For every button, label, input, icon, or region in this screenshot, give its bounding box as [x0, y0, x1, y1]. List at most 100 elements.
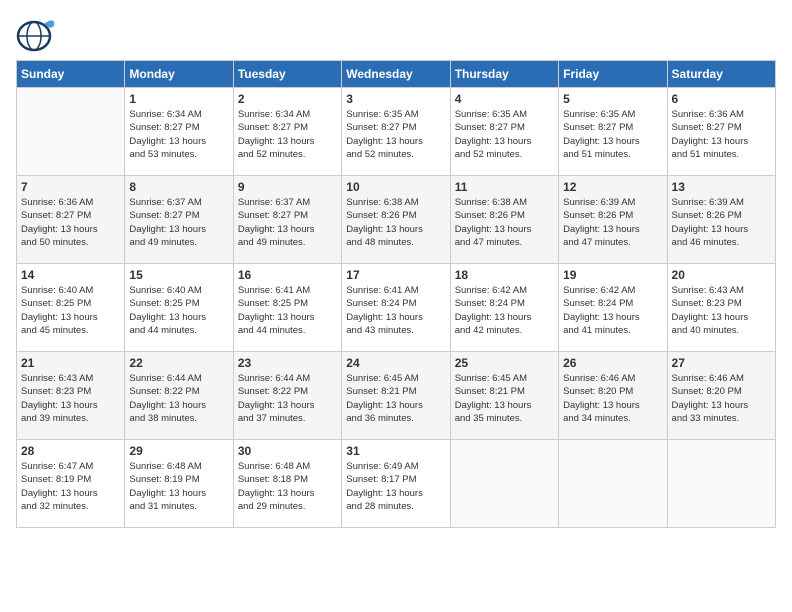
calendar-cell: 24 Sunrise: 6:45 AM Sunset: 8:21 PM Dayli… [342, 352, 450, 440]
day-number: 21 [21, 356, 120, 370]
week-row-3: 14 Sunrise: 6:40 AM Sunset: 8:25 PM Dayli… [17, 264, 776, 352]
weekday-header-sunday: Sunday [17, 61, 125, 88]
day-info: Sunrise: 6:41 AM Sunset: 8:24 PM Dayligh… [346, 284, 445, 337]
week-row-4: 21 Sunrise: 6:43 AM Sunset: 8:23 PM Dayli… [17, 352, 776, 440]
calendar-cell: 23 Sunrise: 6:44 AM Sunset: 8:22 PM Dayli… [233, 352, 341, 440]
day-number: 9 [238, 180, 337, 194]
day-number: 3 [346, 92, 445, 106]
day-info: Sunrise: 6:40 AM Sunset: 8:25 PM Dayligh… [21, 284, 120, 337]
day-info: Sunrise: 6:36 AM Sunset: 8:27 PM Dayligh… [672, 108, 771, 161]
day-number: 11 [455, 180, 554, 194]
calendar-cell: 12 Sunrise: 6:39 AM Sunset: 8:26 PM Dayli… [559, 176, 667, 264]
calendar-cell: 18 Sunrise: 6:42 AM Sunset: 8:24 PM Dayli… [450, 264, 558, 352]
calendar-cell: 26Sunrise: 6:46 AM Sunset: 8:20 PM Dayli… [559, 352, 667, 440]
day-info: Sunrise: 6:48 AM Sunset: 8:18 PM Dayligh… [238, 460, 337, 513]
day-number: 29 [129, 444, 228, 458]
day-number: 28 [21, 444, 120, 458]
day-number: 13 [672, 180, 771, 194]
day-number: 30 [238, 444, 337, 458]
day-number: 14 [21, 268, 120, 282]
day-info: Sunrise: 6:44 AM Sunset: 8:22 PM Dayligh… [129, 372, 228, 425]
day-info: Sunrise: 6:40 AM Sunset: 8:25 PM Dayligh… [129, 284, 228, 337]
calendar-cell: 21 Sunrise: 6:43 AM Sunset: 8:23 PM Dayli… [17, 352, 125, 440]
day-info: Sunrise: 6:49 AM Sunset: 8:17 PM Dayligh… [346, 460, 445, 513]
weekday-header-monday: Monday [125, 61, 233, 88]
week-row-5: 28 Sunrise: 6:47 AM Sunset: 8:19 PM Dayli… [17, 440, 776, 528]
weekday-header-thursday: Thursday [450, 61, 558, 88]
day-info: Sunrise: 6:45 AM Sunset: 8:21 PM Dayligh… [346, 372, 445, 425]
calendar-cell: 17 Sunrise: 6:41 AM Sunset: 8:24 PM Dayli… [342, 264, 450, 352]
calendar-cell: 22 Sunrise: 6:44 AM Sunset: 8:22 PM Dayli… [125, 352, 233, 440]
day-info: Sunrise: 6:39 AM Sunset: 8:26 PM Dayligh… [563, 196, 662, 249]
calendar-cell: 19 Sunrise: 6:42 AM Sunset: 8:24 PM Dayli… [559, 264, 667, 352]
day-info: Sunrise: 6:43 AM Sunset: 8:23 PM Dayligh… [672, 284, 771, 337]
day-info: Sunrise: 6:42 AM Sunset: 8:24 PM Dayligh… [563, 284, 662, 337]
calendar-cell: 6Sunrise: 6:36 AM Sunset: 8:27 PM Daylig… [667, 88, 775, 176]
day-number: 19 [563, 268, 662, 282]
day-number: 5 [563, 92, 662, 106]
day-number: 17 [346, 268, 445, 282]
day-info: Sunrise: 6:35 AM Sunset: 8:27 PM Dayligh… [455, 108, 554, 161]
logo [16, 16, 60, 52]
day-info: Sunrise: 6:34 AM Sunset: 8:27 PM Dayligh… [129, 108, 228, 161]
day-number: 25 [455, 356, 554, 370]
day-number: 16 [238, 268, 337, 282]
day-info: Sunrise: 6:38 AM Sunset: 8:26 PM Dayligh… [346, 196, 445, 249]
calendar-cell: 29 Sunrise: 6:48 AM Sunset: 8:19 PM Dayli… [125, 440, 233, 528]
day-info: Sunrise: 6:41 AM Sunset: 8:25 PM Dayligh… [238, 284, 337, 337]
calendar-cell: 15 Sunrise: 6:40 AM Sunset: 8:25 PM Dayli… [125, 264, 233, 352]
day-number: 4 [455, 92, 554, 106]
day-number: 18 [455, 268, 554, 282]
day-info: Sunrise: 6:39 AM Sunset: 8:26 PM Dayligh… [672, 196, 771, 249]
week-row-1: 1 Sunrise: 6:34 AM Sunset: 8:27 PM Daylig… [17, 88, 776, 176]
weekday-header-friday: Friday [559, 61, 667, 88]
day-info: Sunrise: 6:42 AM Sunset: 8:24 PM Dayligh… [455, 284, 554, 337]
calendar-cell: 7 Sunrise: 6:36 AM Sunset: 8:27 PM Daylig… [17, 176, 125, 264]
day-number: 8 [129, 180, 228, 194]
weekday-header-wednesday: Wednesday [342, 61, 450, 88]
calendar-cell: 28 Sunrise: 6:47 AM Sunset: 8:19 PM Dayli… [17, 440, 125, 528]
calendar-cell: 11Sunrise: 6:38 AM Sunset: 8:26 PM Dayli… [450, 176, 558, 264]
day-info: Sunrise: 6:47 AM Sunset: 8:19 PM Dayligh… [21, 460, 120, 513]
calendar-cell: 10 Sunrise: 6:38 AM Sunset: 8:26 PM Dayli… [342, 176, 450, 264]
day-number: 31 [346, 444, 445, 458]
day-number: 26 [563, 356, 662, 370]
day-info: Sunrise: 6:36 AM Sunset: 8:27 PM Dayligh… [21, 196, 120, 249]
day-info: Sunrise: 6:34 AM Sunset: 8:27 PM Dayligh… [238, 108, 337, 161]
calendar-cell: 14 Sunrise: 6:40 AM Sunset: 8:25 PM Dayli… [17, 264, 125, 352]
day-info: Sunrise: 6:44 AM Sunset: 8:22 PM Dayligh… [238, 372, 337, 425]
day-number: 1 [129, 92, 228, 106]
day-number: 12 [563, 180, 662, 194]
day-info: Sunrise: 6:35 AM Sunset: 8:27 PM Dayligh… [346, 108, 445, 161]
day-number: 7 [21, 180, 120, 194]
day-number: 2 [238, 92, 337, 106]
calendar-cell: 20 Sunrise: 6:43 AM Sunset: 8:23 PM Dayli… [667, 264, 775, 352]
day-info: Sunrise: 6:48 AM Sunset: 8:19 PM Dayligh… [129, 460, 228, 513]
day-info: Sunrise: 6:43 AM Sunset: 8:23 PM Dayligh… [21, 372, 120, 425]
calendar-cell: 30 Sunrise: 6:48 AM Sunset: 8:18 PM Dayli… [233, 440, 341, 528]
calendar-cell: 31 Sunrise: 6:49 AM Sunset: 8:17 PM Dayli… [342, 440, 450, 528]
day-number: 10 [346, 180, 445, 194]
calendar-cell: 27Sunrise: 6:46 AM Sunset: 8:20 PM Dayli… [667, 352, 775, 440]
day-number: 15 [129, 268, 228, 282]
day-info: Sunrise: 6:37 AM Sunset: 8:27 PM Dayligh… [129, 196, 228, 249]
calendar-cell: 3 Sunrise: 6:35 AM Sunset: 8:27 PM Daylig… [342, 88, 450, 176]
calendar-cell [667, 440, 775, 528]
day-info: Sunrise: 6:45 AM Sunset: 8:21 PM Dayligh… [455, 372, 554, 425]
day-number: 22 [129, 356, 228, 370]
calendar-cell: 8 Sunrise: 6:37 AM Sunset: 8:27 PM Daylig… [125, 176, 233, 264]
day-number: 24 [346, 356, 445, 370]
calendar-cell: 13 Sunrise: 6:39 AM Sunset: 8:26 PM Dayli… [667, 176, 775, 264]
week-row-2: 7 Sunrise: 6:36 AM Sunset: 8:27 PM Daylig… [17, 176, 776, 264]
page-header [16, 16, 776, 52]
calendar-cell [450, 440, 558, 528]
day-number: 27 [672, 356, 771, 370]
weekday-header-row: SundayMondayTuesdayWednesdayThursdayFrid… [17, 61, 776, 88]
calendar-table: SundayMondayTuesdayWednesdayThursdayFrid… [16, 60, 776, 528]
day-number: 23 [238, 356, 337, 370]
calendar-cell: 5Sunrise: 6:35 AM Sunset: 8:27 PM Daylig… [559, 88, 667, 176]
calendar-cell [17, 88, 125, 176]
weekday-header-saturday: Saturday [667, 61, 775, 88]
calendar-cell: 4 Sunrise: 6:35 AM Sunset: 8:27 PM Daylig… [450, 88, 558, 176]
day-number: 20 [672, 268, 771, 282]
